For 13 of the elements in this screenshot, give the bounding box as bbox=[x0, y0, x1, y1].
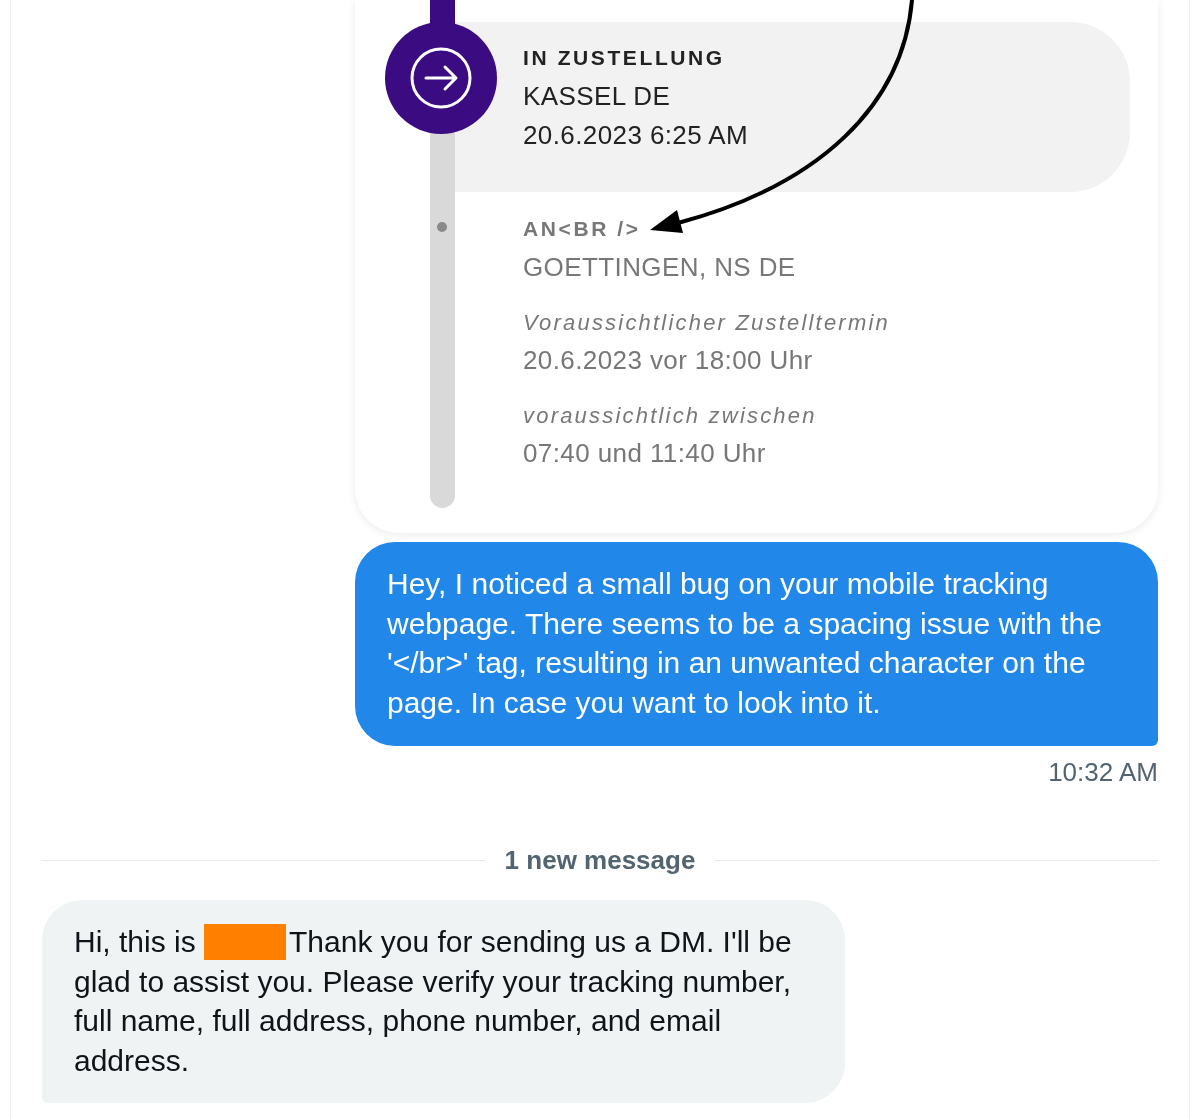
location-text: KASSEL DE bbox=[523, 81, 671, 111]
detail-label: Voraussichtlicher Zustelltermin bbox=[523, 310, 890, 335]
message-text: Hi, this is Thank you for sending us a DM. I'll be glad to assist you. Please verify your tracking number, full name, full address, phone number, and email address. bbox=[74, 923, 793, 1079]
timestamp-text: 20.6.2023 6:25 AM bbox=[523, 120, 749, 150]
message-time: 10:32 AM bbox=[1048, 757, 1158, 787]
status-label: IN ZUSTELLUNG bbox=[523, 46, 725, 69]
location-text: GOETTINGEN, NS DE bbox=[523, 252, 796, 282]
new-message-label: 1 new message bbox=[504, 845, 696, 875]
message-text: Hey, I noticed a small bug on your mobile tracking webpage. There seems to be a spacing issue with the '</br>' tag, resulting in an unwanted character on the page. In case you want to look into it. bbox=[387, 566, 1103, 721]
status-label: AN<BR /> bbox=[523, 217, 641, 240]
detail-label: voraussichtlich zwischen bbox=[523, 403, 817, 428]
detail-value: 20.6.2023 vor 18:00 Uhr bbox=[523, 345, 813, 375]
detail-value: 07:40 und 11:40 Uhr bbox=[523, 438, 766, 468]
